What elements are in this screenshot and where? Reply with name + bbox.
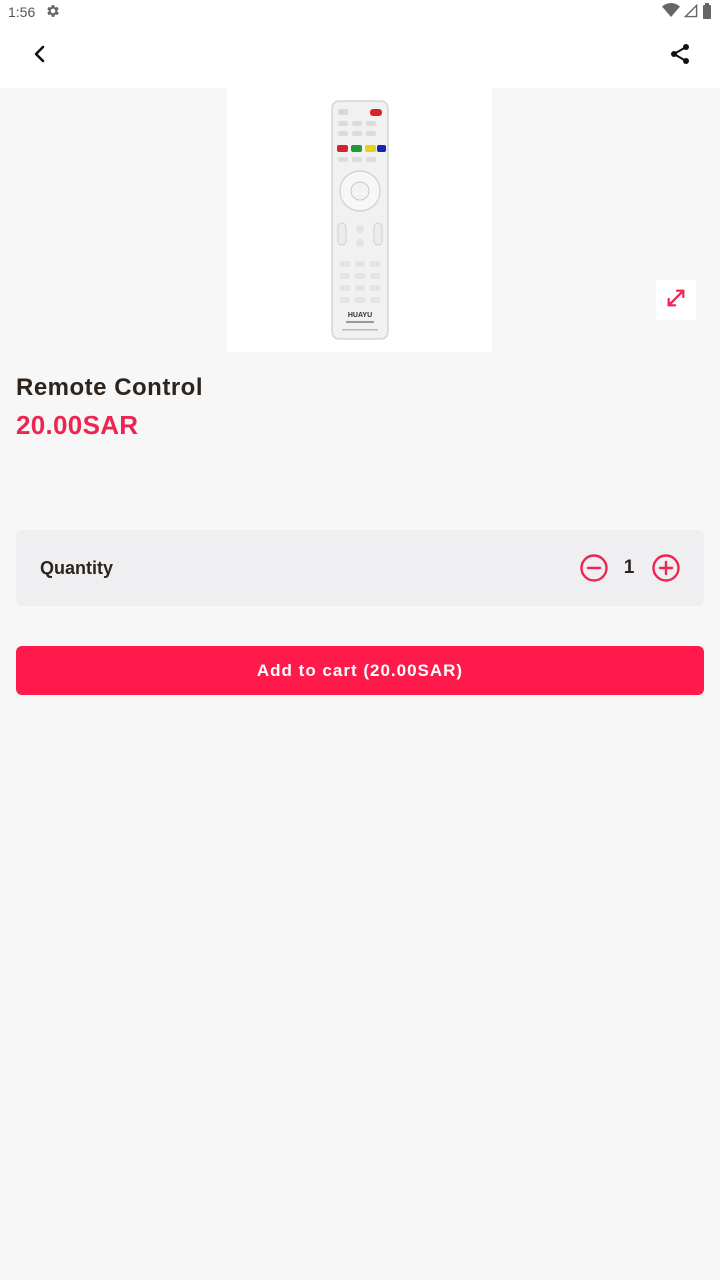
plus-circle-icon: [651, 554, 681, 587]
quantity-decrease-button[interactable]: [579, 553, 609, 583]
quantity-label: Quantity: [40, 558, 114, 578]
quantity-increase-button[interactable]: [651, 553, 681, 583]
product-title: Remote Control: [16, 374, 203, 401]
quantity-card: Quantity 1: [16, 530, 704, 606]
expand-image-button[interactable]: [656, 280, 696, 320]
share-button[interactable]: [656, 32, 704, 80]
add-to-cart-button[interactable]: Add to cart (20.00SAR): [16, 646, 704, 695]
status-time: 1:56: [8, 4, 36, 20]
settings-icon: [45, 3, 61, 22]
expand-icon: [665, 287, 687, 314]
product-image-area: HUAYU: [0, 88, 720, 352]
wifi-icon: [662, 2, 680, 22]
battery-icon: [702, 2, 712, 22]
back-chevron-icon: [28, 42, 52, 71]
remote-brand-label: HUAYU: [347, 312, 371, 319]
minus-circle-icon: [579, 554, 609, 587]
share-icon: [668, 42, 692, 71]
app-bar: [0, 24, 720, 88]
remote-control-illustration: HUAYU: [330, 100, 389, 340]
product-image[interactable]: HUAYU: [227, 88, 492, 352]
quantity-value: 1: [623, 557, 635, 578]
back-button[interactable]: [16, 32, 64, 80]
signal-icon: [683, 3, 698, 21]
status-bar: 1:56: [0, 0, 720, 24]
product-price: 20.00SAR: [16, 410, 139, 440]
